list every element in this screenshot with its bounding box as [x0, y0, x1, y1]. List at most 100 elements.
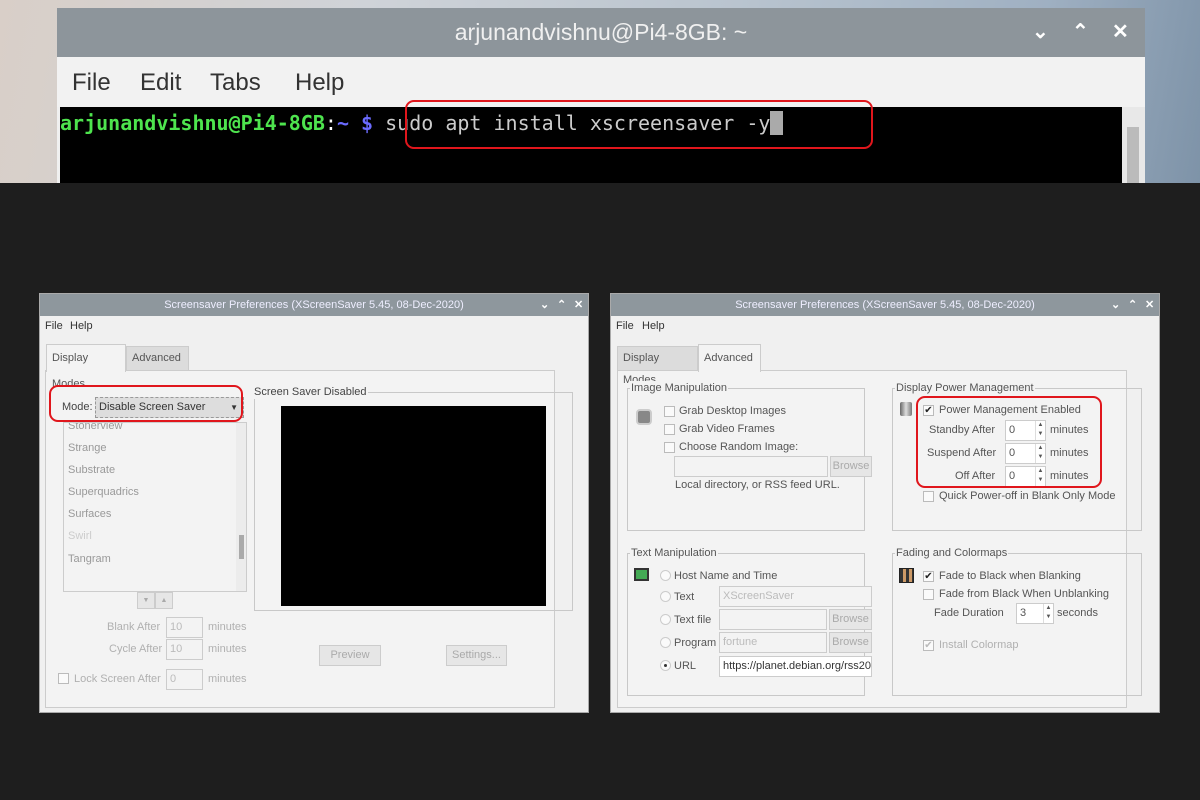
monitor-power-icon: [900, 402, 912, 416]
program-value: fortune: [723, 636, 758, 648]
maximize-icon[interactable]: ⌃: [1128, 294, 1137, 316]
browse-program-button[interactable]: Browse: [829, 632, 872, 653]
prompt-symbol: $: [361, 111, 374, 135]
tab-display-modes[interactable]: Display Modes: [617, 346, 698, 386]
list-item[interactable]: Tangram: [68, 552, 111, 566]
lock-after-value: 0: [170, 673, 177, 685]
camera-icon: [636, 409, 652, 425]
list-scrollbar[interactable]: [236, 423, 246, 591]
url-radio[interactable]: [660, 660, 671, 671]
command-highlight: [405, 100, 873, 149]
host-radio[interactable]: [660, 570, 671, 581]
prompt-dir: ~: [336, 111, 349, 135]
lock-screen-label: Lock Screen After: [74, 673, 161, 685]
cycle-after-label: Cycle After: [109, 643, 163, 655]
minutes-label: minutes: [208, 621, 247, 633]
fading-title: Fading and Colormaps: [895, 546, 1009, 560]
terminal-scrollbar[interactable]: [1122, 107, 1145, 183]
grab-desktop-checkbox[interactable]: [664, 406, 675, 417]
browse-image-button[interactable]: Browse: [830, 456, 872, 477]
menu-edit[interactable]: Edit: [140, 69, 181, 97]
blank-after-label: Blank After: [107, 621, 161, 633]
cycle-after-input[interactable]: 10: [166, 639, 203, 660]
menu-help[interactable]: Help: [642, 319, 665, 333]
text-input[interactable]: XScreenSaver: [719, 586, 872, 607]
terminal-window: arjunandvishnu@Pi4-8GB: ~ ⌄ ⌃ ✕ File Edi…: [57, 8, 1145, 183]
tab-advanced[interactable]: Advanced: [698, 344, 761, 372]
menu-file[interactable]: File: [616, 319, 634, 333]
list-item[interactable]: Stonerview: [68, 423, 122, 433]
minutes-label: minutes: [208, 673, 247, 685]
minimize-icon[interactable]: ⌄: [540, 294, 549, 316]
url-input[interactable]: https://planet.debian.org/rss20: [719, 656, 872, 677]
blank-after-value: 10: [170, 621, 183, 633]
program-input[interactable]: fortune: [719, 632, 827, 653]
program-radio[interactable]: [660, 637, 671, 648]
grab-video-label: Grab Video Frames: [679, 423, 775, 435]
list-item[interactable]: Superquadrics: [68, 485, 139, 499]
move-down-button[interactable]: ▼: [137, 592, 155, 609]
quick-poweroff-checkbox[interactable]: [923, 491, 934, 502]
fade-to-black-label: Fade to Black when Blanking: [939, 570, 1081, 582]
screensaver-list[interactable]: Stonerview Strange Substrate Superquadri…: [63, 422, 247, 592]
seconds-label: seconds: [1057, 607, 1098, 619]
list-item[interactable]: Substrate: [68, 463, 115, 477]
preview-button[interactable]: Preview: [319, 645, 381, 666]
menu-help[interactable]: Help: [70, 319, 93, 333]
close-icon[interactable]: ✕: [1112, 8, 1129, 57]
textfile-input[interactable]: [719, 609, 827, 630]
url-value: https://planet.debian.org/rss20: [723, 660, 871, 672]
fade-duration-input[interactable]: 3 ▲ ▼: [1016, 603, 1054, 624]
stepper-icon[interactable]: ▲ ▼: [1043, 604, 1053, 623]
text-radio[interactable]: [660, 591, 671, 602]
fade-duration-value: 3: [1020, 607, 1027, 619]
move-up-button[interactable]: ▲: [155, 592, 173, 609]
list-item[interactable]: Strange: [68, 441, 107, 455]
settings-button[interactable]: Settings...: [446, 645, 507, 666]
list-item[interactable]: Surfaces: [68, 507, 111, 521]
preview-frame: Screen Saver Disabled: [253, 385, 573, 611]
maximize-icon[interactable]: ⌃: [1072, 8, 1089, 57]
browse-textfile-button[interactable]: Browse: [829, 609, 872, 630]
power-management-title: Display Power Management: [895, 381, 1035, 395]
power-highlight: [916, 396, 1102, 488]
mode-highlight: [49, 385, 243, 422]
random-image-label: Choose Random Image:: [679, 441, 799, 453]
text-display-icon: [634, 568, 649, 581]
program-label: Program: [674, 637, 717, 649]
minimize-icon[interactable]: ⌄: [1111, 294, 1120, 316]
textfile-radio[interactable]: [660, 614, 671, 625]
menu-tabs[interactable]: Tabs: [210, 69, 261, 97]
menu-help[interactable]: Help: [295, 69, 344, 97]
random-image-checkbox[interactable]: [664, 442, 675, 453]
menu-file[interactable]: File: [72, 69, 111, 97]
fade-to-black-checkbox[interactable]: ✔: [923, 571, 934, 582]
install-colormap-checkbox[interactable]: ✔: [923, 640, 934, 651]
text-value: XScreenSaver: [723, 590, 794, 602]
host-label: Host Name and Time: [674, 570, 778, 582]
prompt-user: arjunandvishnu@Pi4-8GB: [60, 111, 325, 135]
minutes-label: minutes: [208, 643, 247, 655]
lock-screen-checkbox[interactable]: [58, 673, 69, 684]
close-icon[interactable]: ✕: [1145, 294, 1154, 316]
grab-desktop-label: Grab Desktop Images: [679, 405, 786, 417]
install-colormap-label: Install Colormap: [939, 639, 1019, 651]
image-directory-input[interactable]: [674, 456, 828, 477]
image-manipulation-title: Image Manipulation: [630, 381, 729, 395]
maximize-icon[interactable]: ⌃: [557, 294, 566, 316]
screensaver-dialog-advanced: Screensaver Preferences (XScreenSaver 5.…: [610, 293, 1160, 713]
blank-after-input[interactable]: 10: [166, 617, 203, 638]
cycle-after-value: 10: [170, 643, 183, 655]
prompt-colon: :: [324, 111, 337, 135]
url-label: URL: [674, 660, 697, 672]
list-item[interactable]: Swirl: [68, 529, 92, 543]
minimize-icon[interactable]: ⌄: [1032, 8, 1049, 57]
preview-title: Screen Saver Disabled: [253, 385, 368, 399]
fade-from-black-checkbox[interactable]: [923, 589, 934, 600]
tab-advanced[interactable]: Advanced: [126, 346, 189, 370]
lock-after-input[interactable]: 0: [166, 669, 203, 690]
tab-display-modes[interactable]: Display Modes: [46, 344, 126, 390]
grab-video-checkbox[interactable]: [664, 424, 675, 435]
close-icon[interactable]: ✕: [574, 294, 583, 316]
menu-file[interactable]: File: [45, 319, 63, 333]
